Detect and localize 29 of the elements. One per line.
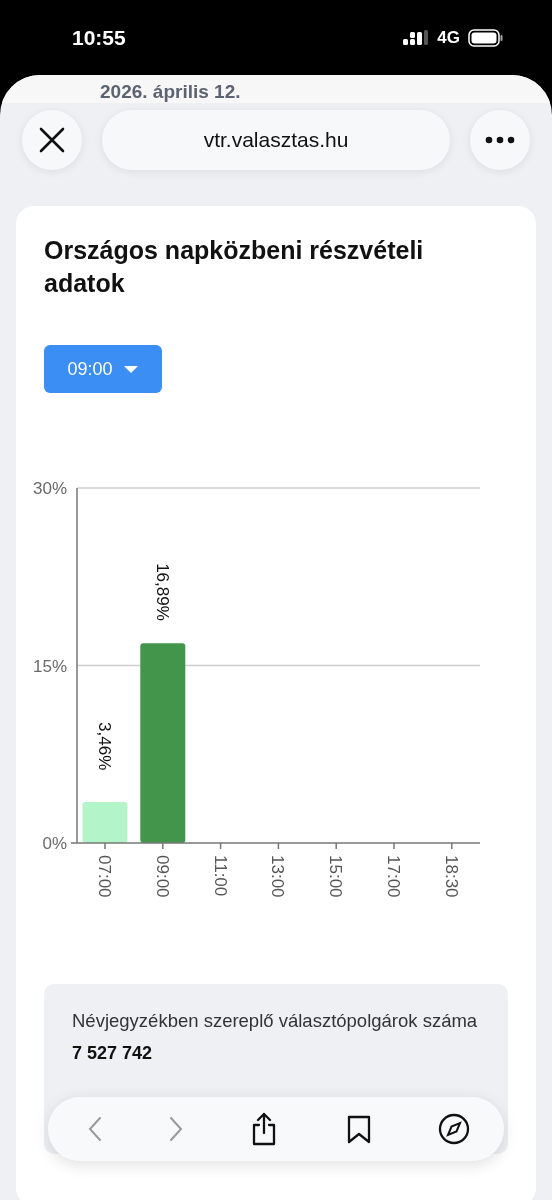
network-type: 4G: [437, 27, 460, 48]
date-text: 2026. április 12.: [100, 81, 241, 103]
card-title: Országos napközbeni részvételi adatok: [44, 235, 425, 299]
forward-icon[interactable]: [168, 1116, 183, 1142]
stat-label: Névjegyzékben szereplő választópolgárok száma: [72, 1009, 479, 1033]
address-bar[interactable]: vtr.valasztas.hu: [102, 110, 450, 170]
back-icon[interactable]: [88, 1116, 102, 1142]
more-icon: [485, 136, 515, 144]
stat-value: 7 527 742: [72, 1043, 154, 1064]
x-tick-label: 18:30: [441, 855, 461, 898]
clock: 10:55: [72, 25, 126, 50]
caret-icon: [122, 364, 139, 374]
bookmark-icon[interactable]: [345, 1114, 372, 1144]
x-tick-label: 13:00: [268, 855, 288, 898]
x-tick-label: 07:00: [95, 855, 114, 898]
url-text: vtr.valasztas.hu: [203, 128, 349, 152]
x-tick-label: 11:00: [210, 855, 230, 897]
x-tick-label: 17:00: [384, 855, 403, 898]
x-tick-label: 15:00: [326, 855, 346, 898]
compass-icon[interactable]: [438, 1113, 470, 1145]
close-icon: [39, 127, 65, 153]
y-tick-label: 30%: [32, 479, 67, 498]
y-tick-label: 0%: [42, 834, 67, 853]
value-label: 3,46%: [95, 722, 114, 771]
y-tick-label: 15%: [32, 656, 67, 676]
value-label: 16,89%: [152, 563, 172, 621]
signal-icon: [403, 29, 430, 46]
x-tick-label: 09:00: [152, 855, 172, 898]
battery-icon: [468, 28, 504, 47]
